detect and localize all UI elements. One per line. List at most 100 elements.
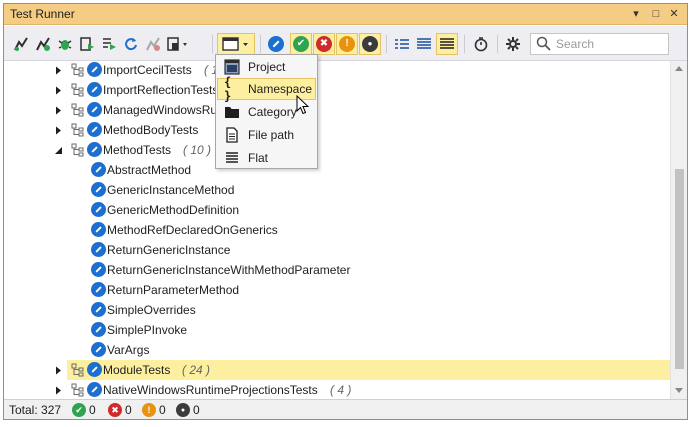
timer-button[interactable]: [471, 34, 491, 54]
tree-fixture-row[interactable]: ModuleTests ( 24 ): [4, 360, 670, 380]
cancel-run-button[interactable]: [143, 34, 163, 54]
tree-item-label: AbstractMethod: [107, 163, 192, 177]
run-status-icon: [87, 142, 102, 157]
failed-icon: ✖: [108, 403, 122, 417]
tree-item-label: MethodBodyTests: [103, 123, 199, 137]
tree-fixture-row[interactable]: ManagedWindowsRuntimeTests( 5 ): [4, 100, 670, 120]
filter-passed-toggle[interactable]: ✔: [290, 33, 312, 55]
detailed-list-icon: [417, 38, 431, 49]
list-icon: [224, 150, 240, 166]
vertical-scrollbar[interactable]: [670, 61, 687, 399]
tree-item-label: SimplePInvoke: [107, 323, 188, 337]
tree-test-row[interactable]: AbstractMethod: [4, 160, 670, 180]
filter-warning-toggle[interactable]: !: [336, 33, 358, 55]
run-status-icon: [91, 342, 106, 357]
failed-icon: ✖: [316, 36, 332, 52]
filter-failed-toggle[interactable]: ✖: [313, 33, 335, 55]
menu-item-file-path[interactable]: File path: [217, 124, 316, 146]
close-icon[interactable]: ✕: [666, 6, 682, 22]
collapse-arrow-icon[interactable]: [54, 146, 63, 155]
menu-item-label: File path: [248, 128, 295, 142]
edit-filter-button[interactable]: [266, 34, 286, 54]
debug-button[interactable]: [55, 34, 75, 54]
refresh-icon: [125, 38, 137, 51]
toolbar-separator: [497, 35, 498, 53]
window-title: Test Runner: [10, 7, 75, 21]
hierarchy-icon: [71, 103, 84, 117]
tree-fixture-row[interactable]: MethodBodyTests: [4, 120, 670, 140]
menu-item-flat[interactable]: Flat: [217, 147, 316, 169]
tree-test-row[interactable]: SimpleOverrides: [4, 300, 670, 320]
view-full-button[interactable]: [436, 33, 458, 55]
gear-icon: [506, 37, 520, 51]
skipped-icon: ●: [362, 36, 378, 52]
tree-test-row[interactable]: ReturnParameterMethod: [4, 280, 670, 300]
status-passed: ✔ 0: [72, 403, 96, 417]
tree-test-row[interactable]: GenericInstanceMethod: [4, 180, 670, 200]
file-icon: [224, 127, 240, 143]
status-bar: Total: 327 ✔ 0 ✖ 0 ! 0 ● 0: [4, 399, 687, 419]
expand-arrow-icon[interactable]: [54, 386, 63, 395]
tree-fixture-row[interactable]: NativeWindowsRuntimeProjectionsTests ( 4 …: [4, 380, 670, 399]
passed-count: 0: [89, 403, 96, 417]
tree-item-label: ModuleTests: [103, 363, 171, 377]
expand-arrow-icon[interactable]: [54, 66, 63, 75]
expand-arrow-icon[interactable]: [54, 366, 63, 375]
tree-item-label: MethodTests: [103, 143, 172, 157]
refresh-button[interactable]: [121, 34, 141, 54]
tree-item-label: ReturnGenericInstance: [107, 243, 231, 257]
compact-list-icon: [395, 39, 409, 49]
tree-fixture-row[interactable]: MethodTests ( 10 ): [4, 140, 670, 160]
expand-arrow-icon[interactable]: [54, 126, 63, 135]
tree-test-row[interactable]: MethodRefDeclaredOnGenerics: [4, 220, 670, 240]
scroll-down-icon[interactable]: [675, 388, 683, 393]
warning-icon: !: [339, 36, 355, 52]
menu-item-label: Project: [248, 60, 286, 74]
tree-test-row[interactable]: SimplePInvoke: [4, 320, 670, 340]
status-failed: ✖ 0: [108, 403, 132, 417]
run-status-icon: [87, 122, 102, 137]
run-status-icon: [91, 162, 106, 177]
tree-item-label: MethodRefDeclaredOnGenerics: [107, 223, 278, 237]
status-warnings: ! 0: [142, 403, 166, 417]
group-by-dropdown-button[interactable]: [217, 33, 255, 55]
tree-test-row[interactable]: ReturnGenericInstance: [4, 240, 670, 260]
expand-arrow-icon[interactable]: [54, 86, 63, 95]
tree-item-count: ( 4 ): [330, 383, 352, 397]
tree-fixture-row[interactable]: ImportReflectionTests(: [4, 80, 670, 100]
run-selected-button[interactable]: [33, 34, 53, 54]
view-detailed-button[interactable]: [414, 34, 434, 54]
run-status-icon: [91, 242, 106, 257]
skipped-count: 0: [193, 403, 200, 417]
braces-icon: { }: [224, 75, 232, 103]
run-all-button[interactable]: [11, 34, 31, 54]
clipboard-dropdown-button[interactable]: [165, 34, 191, 54]
filter-skipped-toggle[interactable]: ●: [359, 33, 381, 55]
toolbar: ✔ ✖ ! ●: [4, 26, 687, 61]
view-compact-button[interactable]: [392, 34, 412, 54]
tree-test-row[interactable]: ReturnGenericInstanceWithMethodParameter: [4, 260, 670, 280]
tree-test-row[interactable]: GenericMethodDefinition: [4, 200, 670, 220]
tree-fixture-row[interactable]: ImportCecilTests( 1: [4, 61, 670, 80]
toolbar-separator: [386, 35, 387, 53]
run-file-button[interactable]: [77, 34, 97, 54]
scrollbar-thumb[interactable]: [675, 169, 684, 369]
window-icon: [222, 37, 248, 51]
maximize-icon[interactable]: □: [648, 6, 664, 22]
tree-test-row[interactable]: VarArgs: [4, 340, 670, 360]
run-list-button[interactable]: [99, 34, 119, 54]
hierarchy-icon: [71, 123, 84, 137]
search-input[interactable]: [553, 35, 663, 53]
pencil-icon: [268, 36, 284, 52]
settings-button[interactable]: [503, 34, 523, 54]
menu-item-label: Namespace: [248, 82, 313, 96]
folder-icon: [224, 104, 240, 120]
expand-arrow-icon[interactable]: [54, 106, 63, 115]
run-selected-icon: [36, 37, 50, 51]
bug-icon: [58, 40, 72, 50]
tree-item-label: ImportReflectionTests: [103, 83, 219, 97]
window-dropdown-icon[interactable]: ▾: [628, 6, 644, 22]
scroll-up-icon[interactable]: [675, 66, 683, 71]
menu-item-label: Category: [248, 105, 297, 119]
run-status-icon: [87, 62, 102, 77]
